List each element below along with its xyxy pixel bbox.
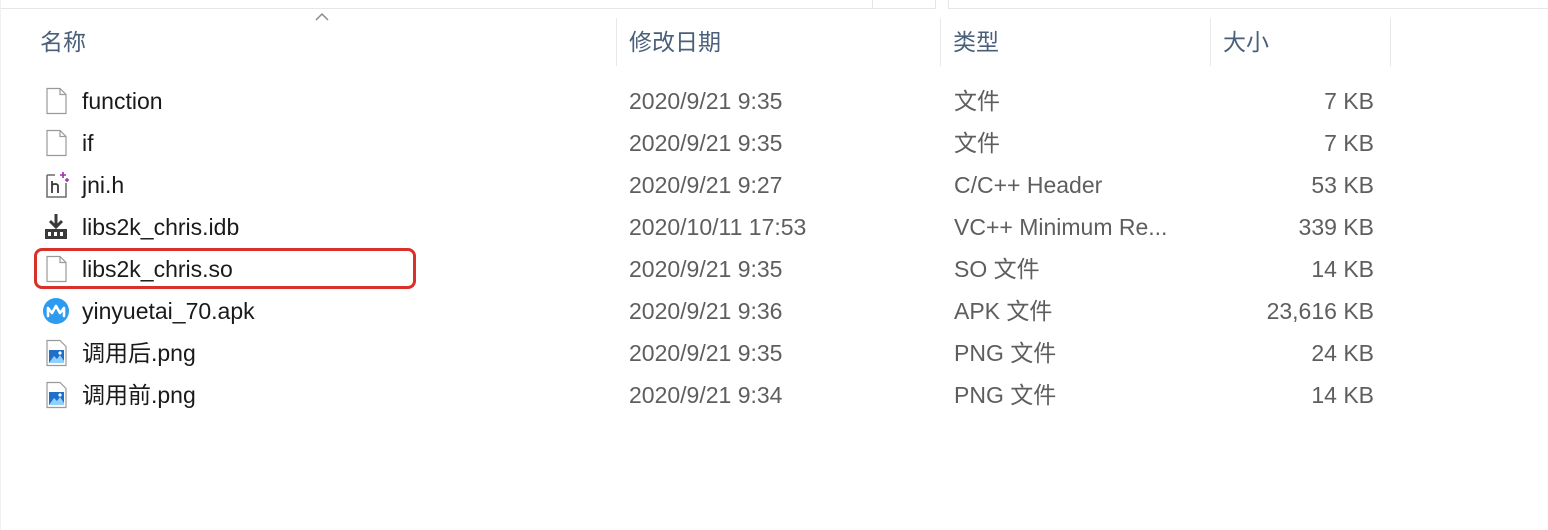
- file-row[interactable]: yinyuetai_70.apk 2020/9/21 9:36 APK 文件 2…: [0, 290, 1548, 332]
- file-date: 2020/9/21 9:35: [629, 340, 783, 366]
- file-name[interactable]: yinyuetai_70.apk: [82, 290, 255, 332]
- file-size: 7 KB: [1324, 130, 1374, 156]
- file-type: C/C++ Header: [954, 172, 1103, 198]
- column-divider[interactable]: [1210, 18, 1211, 66]
- file-type: VC++ Minimum Re...: [954, 214, 1168, 240]
- file-date: 2020/9/21 9:35: [629, 88, 783, 114]
- file-date: 2020/9/21 9:27: [629, 172, 783, 198]
- file-size: 339 KB: [1298, 214, 1374, 240]
- column-divider[interactable]: [1390, 18, 1391, 66]
- file-date: 2020/9/21 9:34: [629, 382, 783, 408]
- file-row[interactable]: function 2020/9/21 9:35 文件 7 KB: [0, 80, 1548, 122]
- file-size: 53 KB: [1311, 172, 1374, 198]
- file-date: 2020/9/21 9:36: [629, 298, 783, 324]
- file-size: 7 KB: [1324, 88, 1374, 114]
- file-date: 2020/10/11 17:53: [629, 214, 807, 240]
- blank-file-icon: [46, 129, 67, 157]
- file-size: 24 KB: [1311, 340, 1374, 366]
- file-name[interactable]: libs2k_chris.idb: [82, 206, 239, 248]
- column-header-bar: 名称 修改日期 类型 大小: [0, 18, 1548, 66]
- file-type: APK 文件: [954, 298, 1053, 324]
- column-header-size[interactable]: 大小: [1223, 18, 1269, 66]
- file-date: 2020/9/21 9:35: [629, 130, 783, 156]
- toolbar-segment: [0, 0, 873, 9]
- file-name[interactable]: 调用前.png: [82, 374, 196, 416]
- cpp-header-file-icon: [46, 172, 69, 198]
- file-name[interactable]: function: [82, 80, 163, 122]
- file-row[interactable]: if 2020/9/21 9:35 文件 7 KB: [0, 122, 1548, 164]
- column-divider[interactable]: [616, 18, 617, 66]
- file-type: PNG 文件: [954, 382, 1057, 408]
- file-type: 文件: [954, 130, 1000, 156]
- database-file-icon: [45, 214, 67, 239]
- file-name[interactable]: if: [82, 122, 94, 164]
- file-type: 文件: [954, 88, 1000, 114]
- file-row[interactable]: libs2k_chris.idb 2020/10/11 17:53 VC++ M…: [0, 206, 1548, 248]
- file-type: SO 文件: [954, 256, 1040, 282]
- file-size: 23,616 KB: [1266, 298, 1374, 324]
- column-divider[interactable]: [940, 18, 941, 66]
- blank-file-icon: [46, 87, 67, 115]
- top-toolbar-edge: [0, 0, 1548, 9]
- column-header-type[interactable]: 类型: [953, 18, 999, 66]
- image-file-icon: [46, 381, 67, 409]
- file-row[interactable]: jni.h 2020/9/21 9:27 C/C++ Header 53 KB: [0, 164, 1548, 206]
- file-row[interactable]: 调用后.png 2020/9/21 9:35 PNG 文件 24 KB: [0, 332, 1548, 374]
- column-header-date[interactable]: 修改日期: [629, 18, 721, 66]
- column-header-name[interactable]: 名称: [40, 18, 86, 66]
- image-file-icon: [46, 339, 67, 367]
- toolbar-segment: [948, 0, 1548, 9]
- file-name[interactable]: 调用后.png: [82, 332, 196, 374]
- toolbar-segment: [873, 0, 936, 9]
- file-type: PNG 文件: [954, 340, 1057, 366]
- yinyuetai-app-icon: [43, 298, 69, 324]
- file-date: 2020/9/21 9:35: [629, 256, 783, 282]
- file-row[interactable]: 调用前.png 2020/9/21 9:34 PNG 文件 14 KB: [0, 374, 1548, 416]
- file-size: 14 KB: [1311, 382, 1374, 408]
- file-name[interactable]: jni.h: [82, 164, 124, 206]
- highlight-annotation-box: [34, 248, 416, 289]
- file-size: 14 KB: [1311, 256, 1374, 282]
